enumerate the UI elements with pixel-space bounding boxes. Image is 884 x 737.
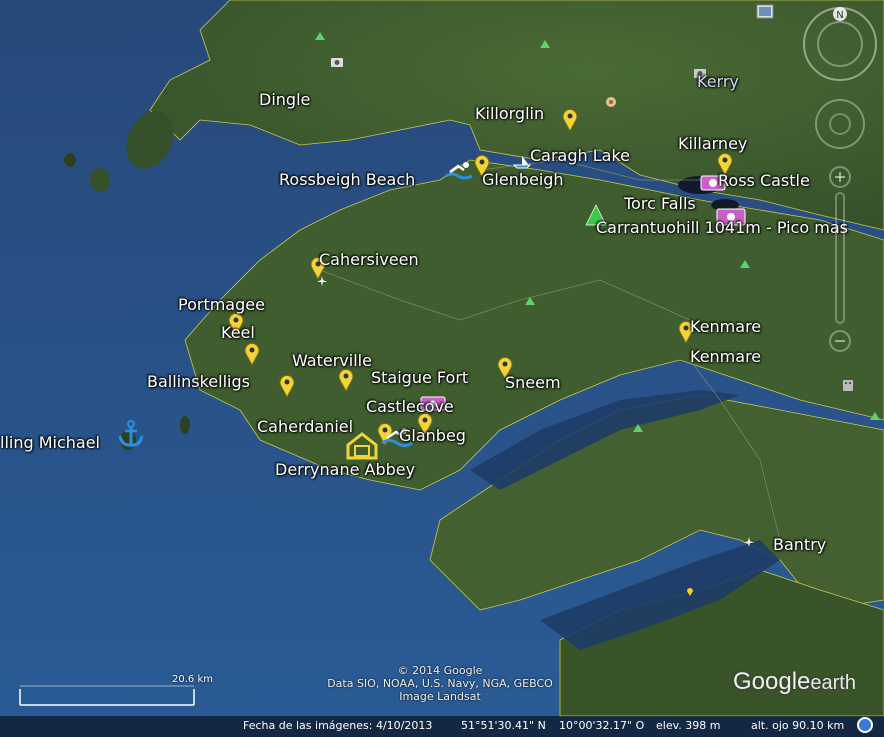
label-bantry: Bantry [773,535,827,554]
label-glenbeigh: Glenbeigh [482,170,564,189]
imagery-date: Fecha de las imágenes: 4/10/2013 [243,719,433,732]
pin-waterville[interactable] [337,368,355,392]
swimming-icon[interactable] [444,160,474,180]
label-kenmare-2: Kenmare [690,347,762,366]
label-portmagee: Portmagee [178,295,265,314]
label-kenmare-1: Kenmare [690,317,762,336]
label-sneem: Sneem [505,373,561,392]
camera-icon[interactable] [330,56,344,68]
label-rossbeigh-beach: Rossbeigh Beach [279,170,416,189]
pin-killorglin[interactable] [561,108,579,132]
building-icon[interactable] [842,378,854,392]
eye-altitude-readout: alt. ojo 90.10 km [751,719,845,732]
label-castlecove: Castlecove [366,397,454,416]
scale-label: 20.6 km [172,674,213,685]
label-skellig-michael: lling Michael [0,433,100,452]
label-dingle: Dingle [259,90,311,109]
copyright-text: © 2014 Google [397,664,483,677]
label-staigue-fort: Staigue Fort [371,368,469,387]
pin-ballinskelligs[interactable] [278,374,296,398]
label-ballinskelligs: Ballinskelligs [147,372,250,391]
label-ross-castle: Ross Castle [718,171,810,190]
airport-icon-bantry [744,537,754,547]
label-caragh-lake: Caragh Lake [530,146,630,165]
airport-icon-cahersiveen [317,276,327,286]
map-attribution: © 2014 Google Data SIO, NOAA, U.S. Navy,… [300,664,580,703]
google-earth-logo: Googleearth [733,668,856,695]
label-glanbeg: Glanbeg [399,426,466,445]
zoom-slider[interactable] [826,165,854,355]
scale-bar [19,685,195,706]
label-waterville: Waterville [292,351,372,370]
north-icon[interactable]: N [836,10,843,21]
boat-icon[interactable] [513,155,531,169]
label-carrantuohill: Carrantuohill 1041m - Pico mas [596,218,848,237]
move-joystick[interactable] [814,98,866,150]
anchor-icon[interactable] [116,420,146,448]
elevation-readout: elev. 398 m [656,719,721,732]
label-kerry: Kerry [697,72,739,91]
label-killorglin: Killorglin [475,104,545,123]
data-sources-text: Data SIO, NOAA, U.S. Navy, NGA, GEBCO [327,677,553,690]
label-keel: Keel [221,323,255,342]
viewpoint-icon[interactable] [605,96,617,108]
label-caherdaniel: Caherdaniel [257,417,354,436]
mini-screen-icon[interactable] [756,4,774,20]
small-pin-icon[interactable] [685,585,695,597]
label-killarney: Killarney [678,134,748,153]
longitude-readout: 10°00'32.17" O [559,719,645,732]
look-joystick[interactable]: N [800,4,880,84]
latitude-readout: 51°51'30.41" N [461,719,546,732]
label-torc-falls: Torc Falls [624,194,696,213]
status-indicator-icon[interactable] [857,717,873,733]
pin-keel[interactable] [243,342,261,366]
imagery-source-text: Image Landsat [399,690,481,703]
label-cahersiveen: Cahersiveen [319,250,419,269]
label-derrynane-abbey: Derrynane Abbey [275,460,416,479]
status-bar: Fecha de las imágenes: 4/10/2013 51°51'3… [0,716,884,737]
abbey-house-icon[interactable] [345,432,379,460]
